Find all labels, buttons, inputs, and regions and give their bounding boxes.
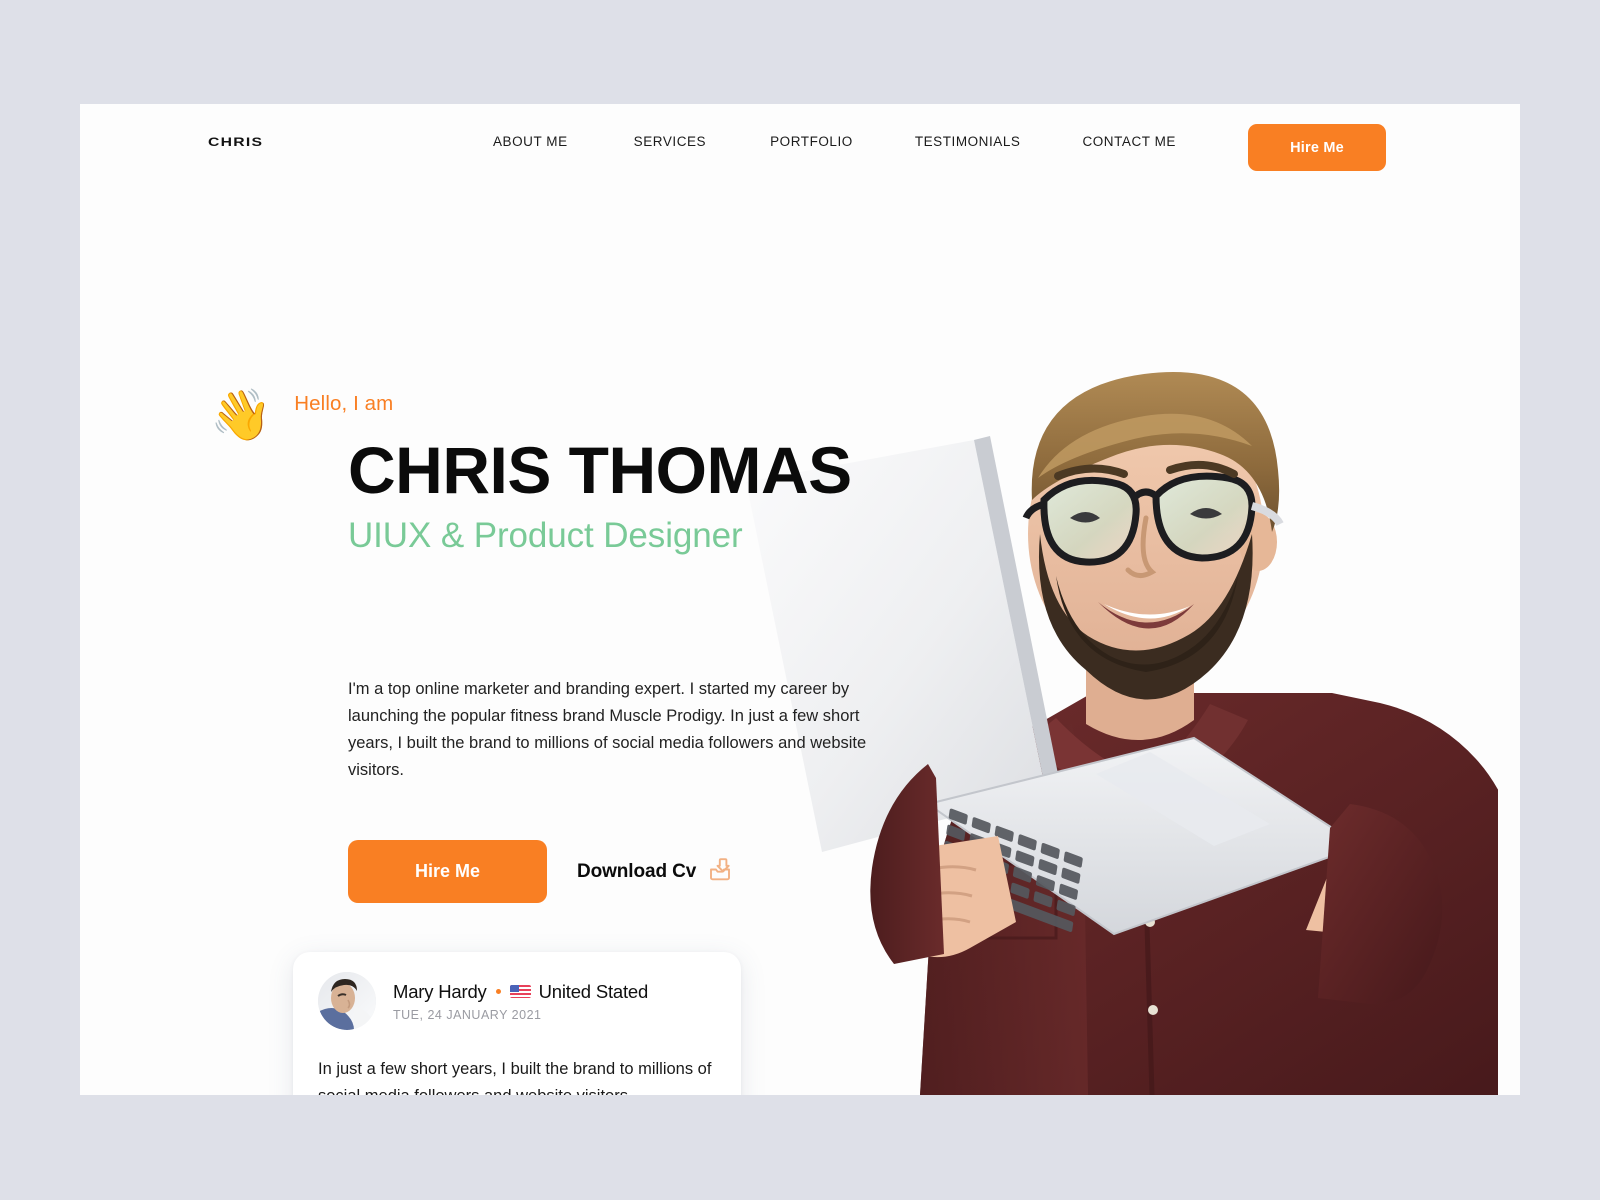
hero-photo bbox=[738, 104, 1498, 1095]
nav-item-contact-me[interactable]: CONTACT ME bbox=[1082, 134, 1176, 149]
nav-item-services[interactable]: SERVICES bbox=[634, 134, 706, 149]
testimonial-date: TUE, 24 JANUARY 2021 bbox=[393, 1007, 542, 1022]
download-cv-link[interactable]: Download Cv bbox=[577, 857, 732, 887]
testimonial-country: United Stated bbox=[538, 980, 649, 1002]
page-title: CHRIS THOMAS bbox=[348, 433, 852, 507]
waving-hand-icon: 👋 bbox=[210, 387, 273, 443]
testimonial-author: Mary Hardy bbox=[393, 980, 487, 1002]
header-hire-me-button[interactable]: Hire Me bbox=[1248, 124, 1386, 171]
page-canvas: CHRIS ABOUT ME SERVICES PORTFOLIO TESTIM… bbox=[80, 104, 1520, 1095]
logo[interactable]: CHRIS bbox=[208, 136, 263, 149]
hero-greeting: Hello, I am bbox=[294, 392, 394, 415]
us-flag-icon bbox=[509, 985, 531, 998]
testimonial-author-row: Mary Hardy United Stated bbox=[393, 981, 648, 1003]
hero-description: I'm a top online marketer and branding e… bbox=[348, 680, 867, 779]
hero-greeting-row: 👋 Hello, I am bbox=[210, 376, 393, 440]
avatar bbox=[318, 972, 376, 1030]
testimonial-card[interactable]: Mary Hardy United Stated TUE, 24 JANUARY… bbox=[293, 952, 741, 1095]
nav-item-testimonials[interactable]: TESTIMONIALS bbox=[915, 134, 1021, 149]
download-cv-label: Download Cv bbox=[577, 860, 697, 882]
nav-item-about-me[interactable]: ABOUT ME bbox=[493, 134, 568, 149]
hero-hire-me-button[interactable]: Hire Me bbox=[348, 840, 547, 903]
hero-role: UIUX & Product Designer bbox=[348, 516, 743, 555]
download-tray-icon bbox=[708, 857, 732, 887]
testimonial-quote: In just a few short years, I built the b… bbox=[318, 1060, 712, 1095]
site-header: CHRIS ABOUT ME SERVICES PORTFOLIO TESTIM… bbox=[80, 104, 1520, 196]
main-navigation: ABOUT ME SERVICES PORTFOLIO TESTIMONIALS… bbox=[493, 134, 1176, 149]
testimonial-meta: Mary Hardy United Stated TUE, 24 JANUARY… bbox=[393, 981, 648, 1022]
separator-dot-icon bbox=[495, 989, 501, 994]
testimonial-header: Mary Hardy United Stated TUE, 24 JANUARY… bbox=[318, 972, 648, 1030]
nav-item-portfolio[interactable]: PORTFOLIO bbox=[770, 134, 853, 149]
hero-cta-row: Hire Me Download Cv bbox=[348, 840, 732, 903]
